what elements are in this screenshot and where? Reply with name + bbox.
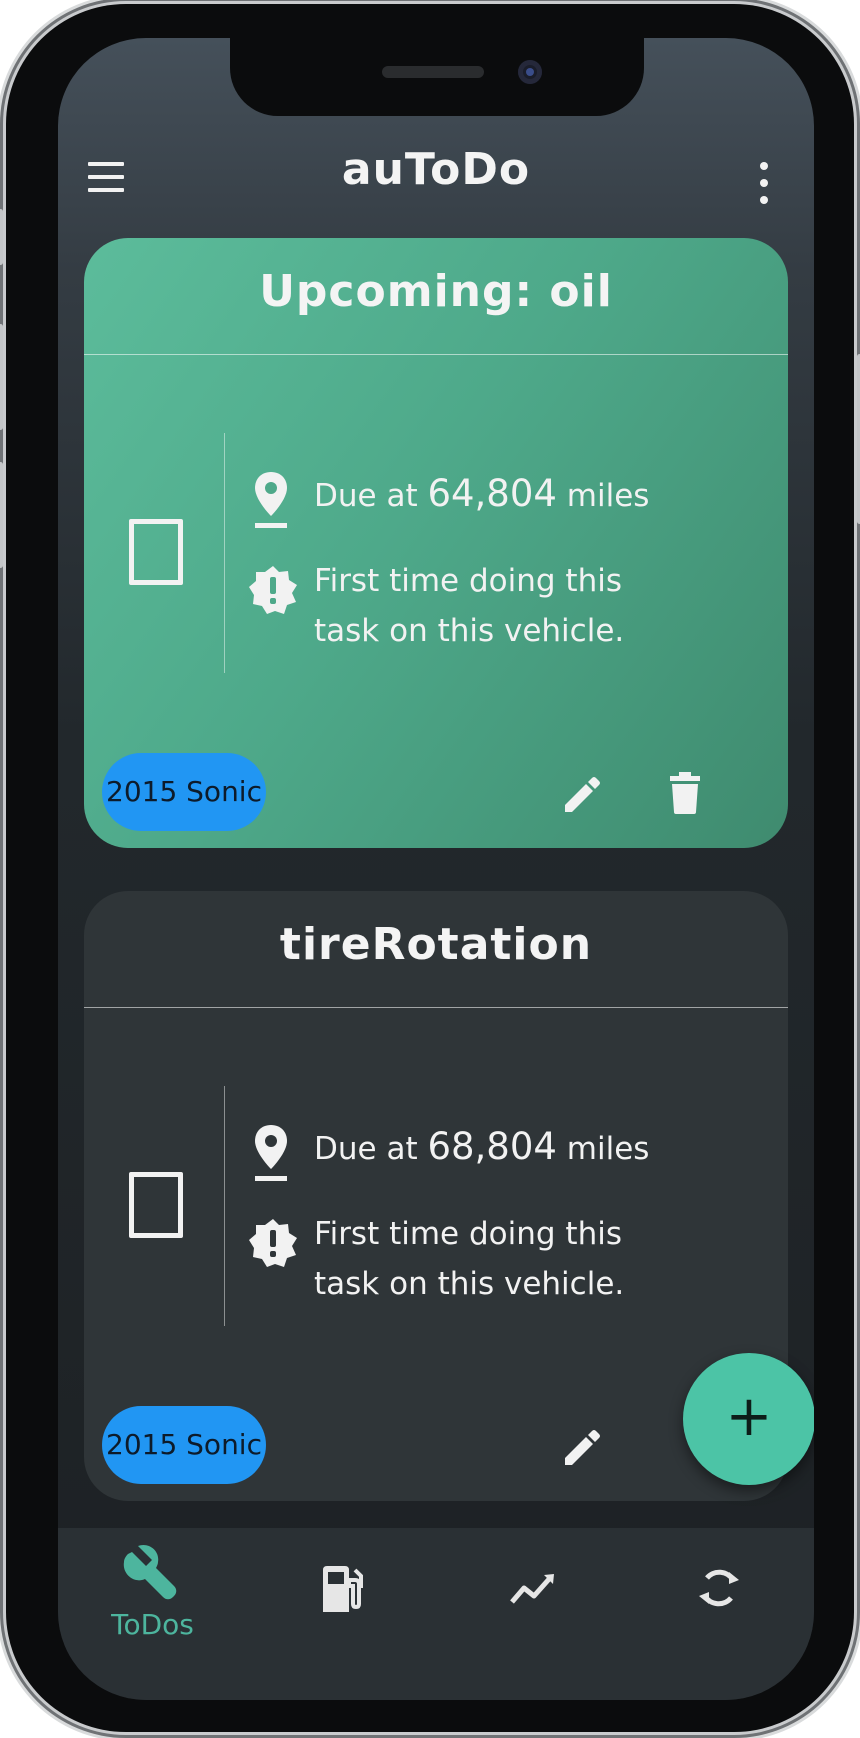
phone-frame: auToDo Upcoming: oil Due at 64,804 miles (0, 4, 860, 1732)
app-bar: auToDo (58, 118, 814, 236)
plus-icon: + (725, 1384, 773, 1449)
card-divider (84, 354, 788, 355)
due-suffix: miles (566, 478, 650, 514)
due-value: 68,804 (427, 1125, 557, 1168)
speaker (382, 66, 484, 78)
edit-icon[interactable] (562, 1427, 602, 1467)
mute-switch (0, 209, 3, 265)
complete-checkbox[interactable] (129, 519, 183, 585)
location-pin-icon (255, 1125, 287, 1181)
alert-badge-icon (249, 566, 297, 614)
card-title: tireRotation (279, 919, 593, 970)
complete-checkbox[interactable] (129, 1172, 183, 1238)
app-title: auToDo (341, 144, 531, 195)
due-value: 64,804 (427, 472, 557, 515)
task-note: First time doing this task on this vehic… (314, 563, 625, 649)
app-screen: auToDo Upcoming: oil Due at 64,804 miles (58, 38, 814, 1700)
alert-badge-icon (249, 1219, 297, 1267)
vertical-divider (224, 1086, 225, 1326)
front-camera (518, 60, 542, 84)
nav-item-repeats[interactable] (625, 1528, 814, 1668)
due-mileage: Due at 68,804 miles (314, 1125, 649, 1168)
edit-icon[interactable] (562, 774, 602, 814)
gas-pump-icon (323, 1566, 363, 1612)
refresh-icon (699, 1569, 739, 1607)
vertical-divider (224, 433, 225, 673)
volume-up-button (0, 324, 3, 430)
volume-down-button (0, 462, 3, 568)
card-title: Upcoming: oil (259, 266, 613, 317)
add-todo-button[interactable]: + (683, 1353, 814, 1485)
nav-item-refueling[interactable] (247, 1528, 436, 1668)
nav-item-todos[interactable]: ToDos (58, 1528, 247, 1668)
due-prefix: Due at (314, 478, 418, 514)
notch (230, 38, 644, 116)
due-suffix: miles (566, 1131, 650, 1167)
todo-card-oil: Upcoming: oil Due at 64,804 miles First … (84, 238, 788, 848)
wrench-icon (123, 1544, 177, 1600)
more-options-icon[interactable] (758, 162, 770, 206)
task-note: First time doing this task on this vehic… (314, 1216, 625, 1302)
bottom-navigation: ToDos (58, 1528, 814, 1700)
nav-item-stats[interactable] (436, 1528, 625, 1668)
trending-up-icon (510, 1574, 554, 1604)
location-pin-icon (255, 472, 287, 528)
vehicle-chip[interactable]: 2015 Sonic (102, 753, 266, 831)
vehicle-chip[interactable]: 2015 Sonic (102, 1406, 266, 1484)
due-mileage: Due at 64,804 miles (314, 472, 649, 515)
card-divider (84, 1007, 788, 1008)
delete-icon[interactable] (670, 772, 700, 814)
nav-label-todos: ToDos (111, 1608, 194, 1641)
due-prefix: Due at (314, 1131, 418, 1167)
